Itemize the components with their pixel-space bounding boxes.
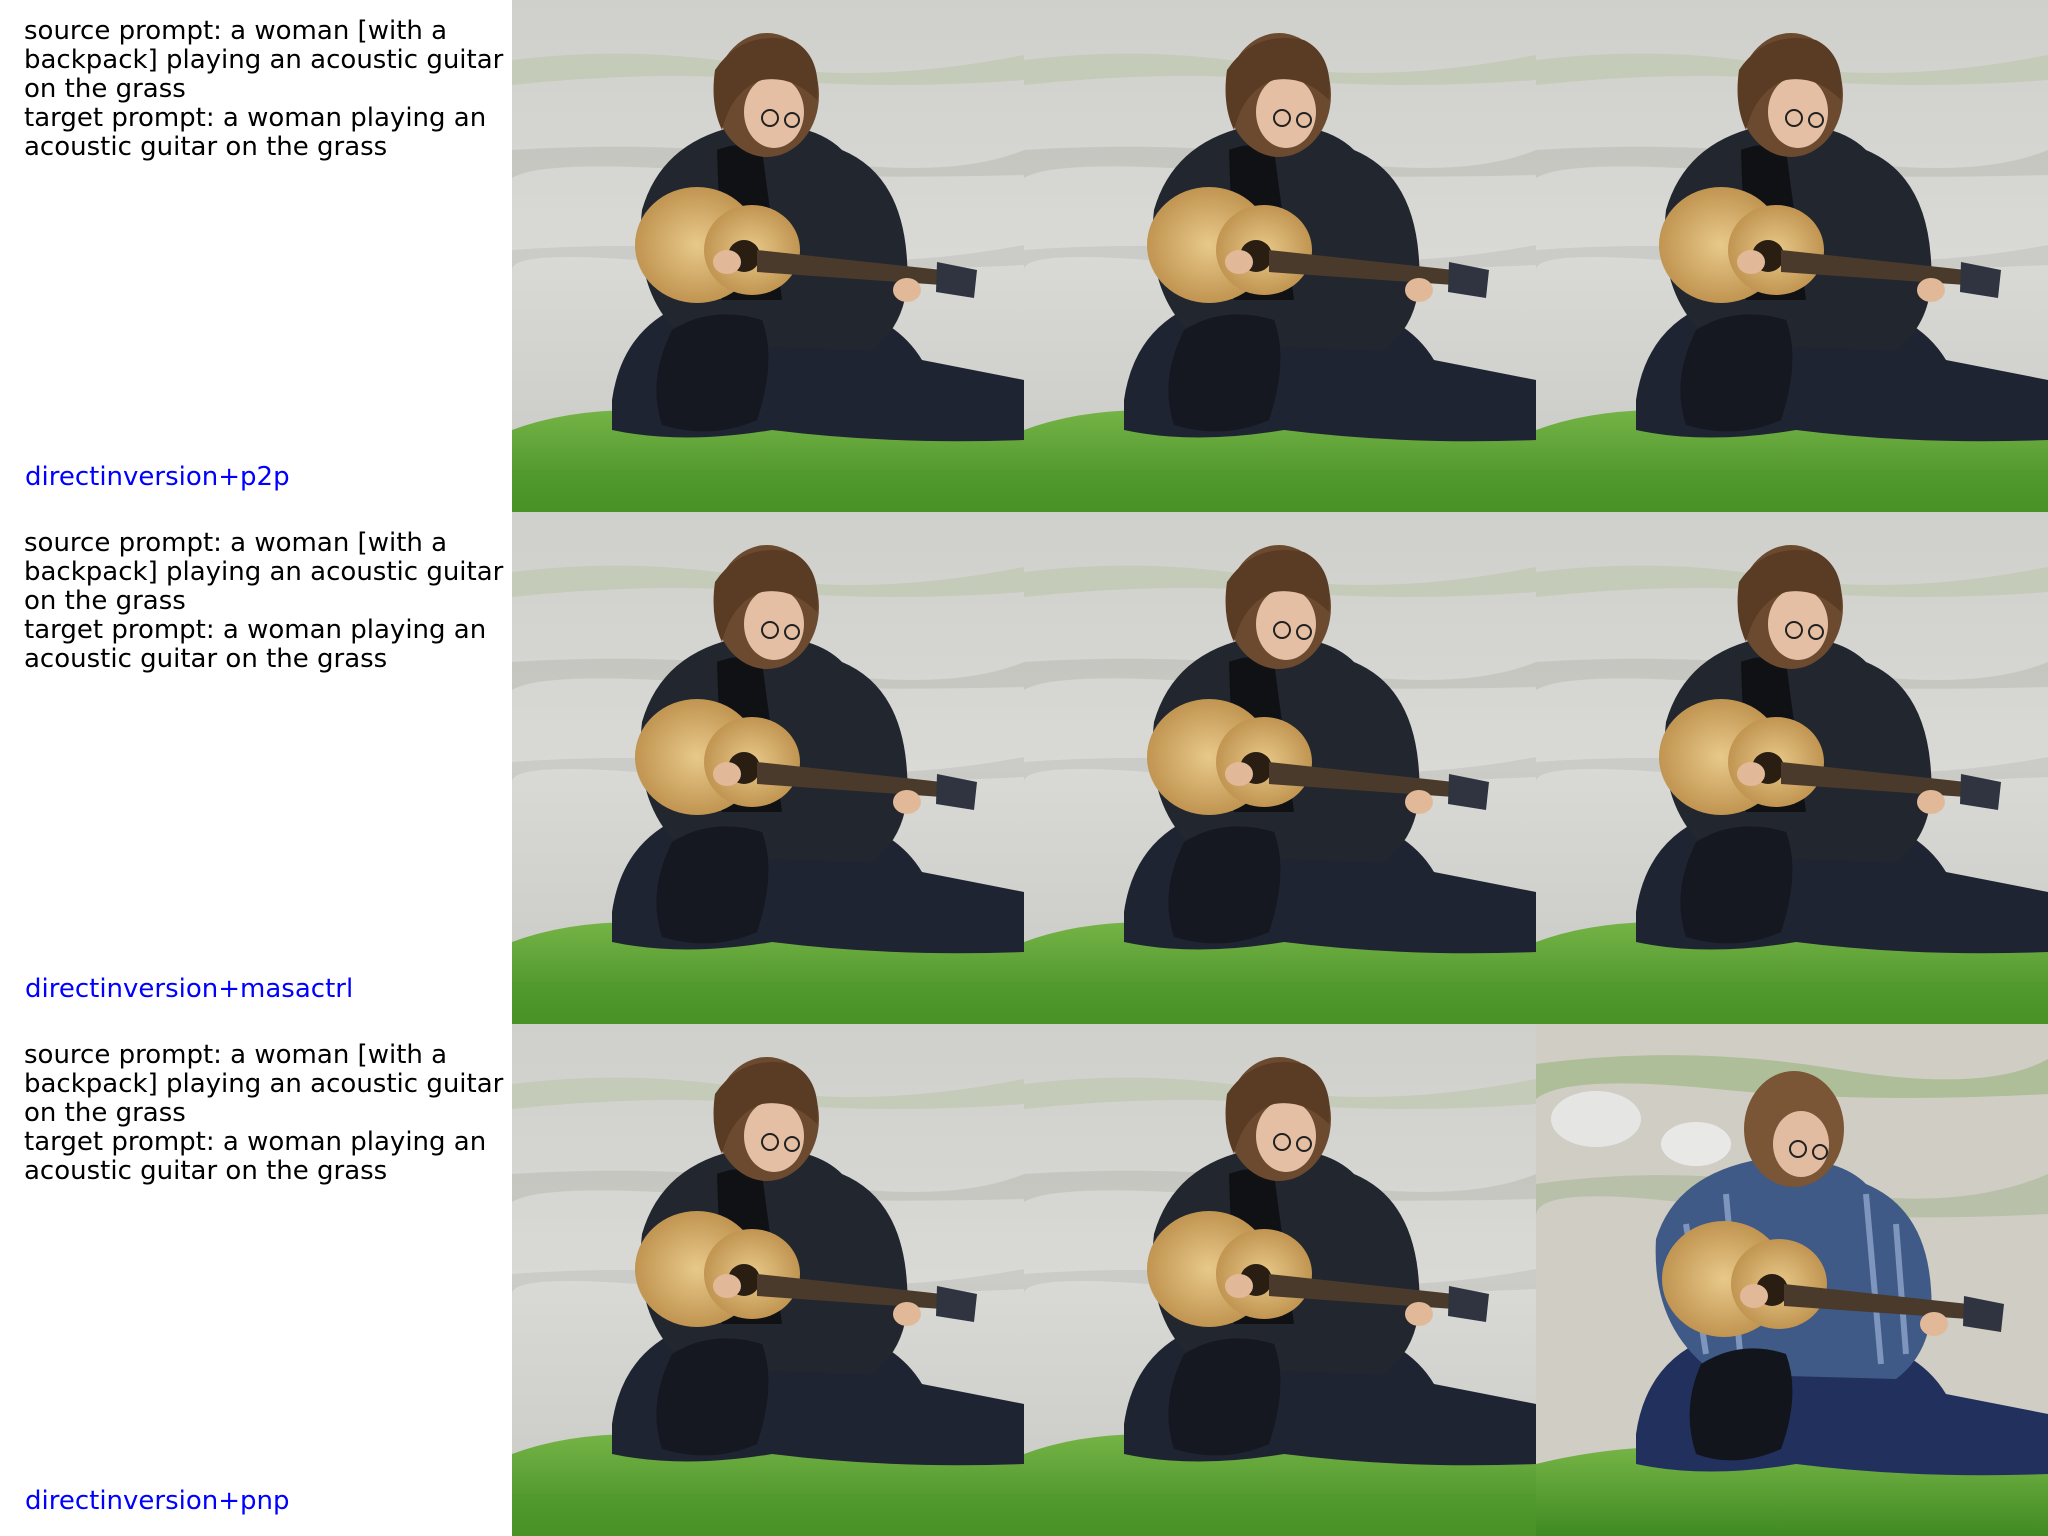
row-label-panel: source prompt: a woman [with a backpack]… [0, 1024, 512, 1536]
result-row: source prompt: a woman [with a backpack]… [0, 0, 2048, 512]
source-prompt: source prompt: a woman [with a backpack]… [24, 16, 504, 104]
source-prompt: source prompt: a woman [with a backpack]… [24, 528, 504, 616]
prompt-text: source prompt: a woman [with a backpack]… [24, 17, 504, 162]
result-image [512, 1024, 1024, 1536]
row-label-panel: source prompt: a woman [with a backpack]… [0, 0, 512, 512]
target-prompt: target prompt: a woman playing an acoust… [24, 1127, 487, 1186]
row-label-panel: source prompt: a woman [with a backpack]… [0, 512, 512, 1024]
result-image [512, 512, 1024, 1024]
prompt-text: source prompt: a woman [with a backpack]… [24, 529, 504, 674]
method-label: directinversion+pnp [25, 1486, 290, 1516]
result-image [1024, 1024, 1536, 1536]
result-image [1024, 0, 1536, 512]
result-image [1536, 0, 2048, 512]
target-prompt: target prompt: a woman playing an acoust… [24, 103, 487, 162]
target-prompt: target prompt: a woman playing an acoust… [24, 615, 487, 674]
result-image [1536, 512, 2048, 1024]
result-image [512, 0, 1024, 512]
method-label: directinversion+masactrl [25, 974, 354, 1004]
result-image [1536, 1024, 2048, 1536]
result-row: source prompt: a woman [with a backpack]… [0, 512, 2048, 1024]
prompt-text: source prompt: a woman [with a backpack]… [24, 1041, 504, 1186]
source-prompt: source prompt: a woman [with a backpack]… [24, 1040, 504, 1128]
result-image [1024, 512, 1536, 1024]
result-row: source prompt: a woman [with a backpack]… [0, 1024, 2048, 1536]
method-label: directinversion+p2p [25, 462, 290, 492]
